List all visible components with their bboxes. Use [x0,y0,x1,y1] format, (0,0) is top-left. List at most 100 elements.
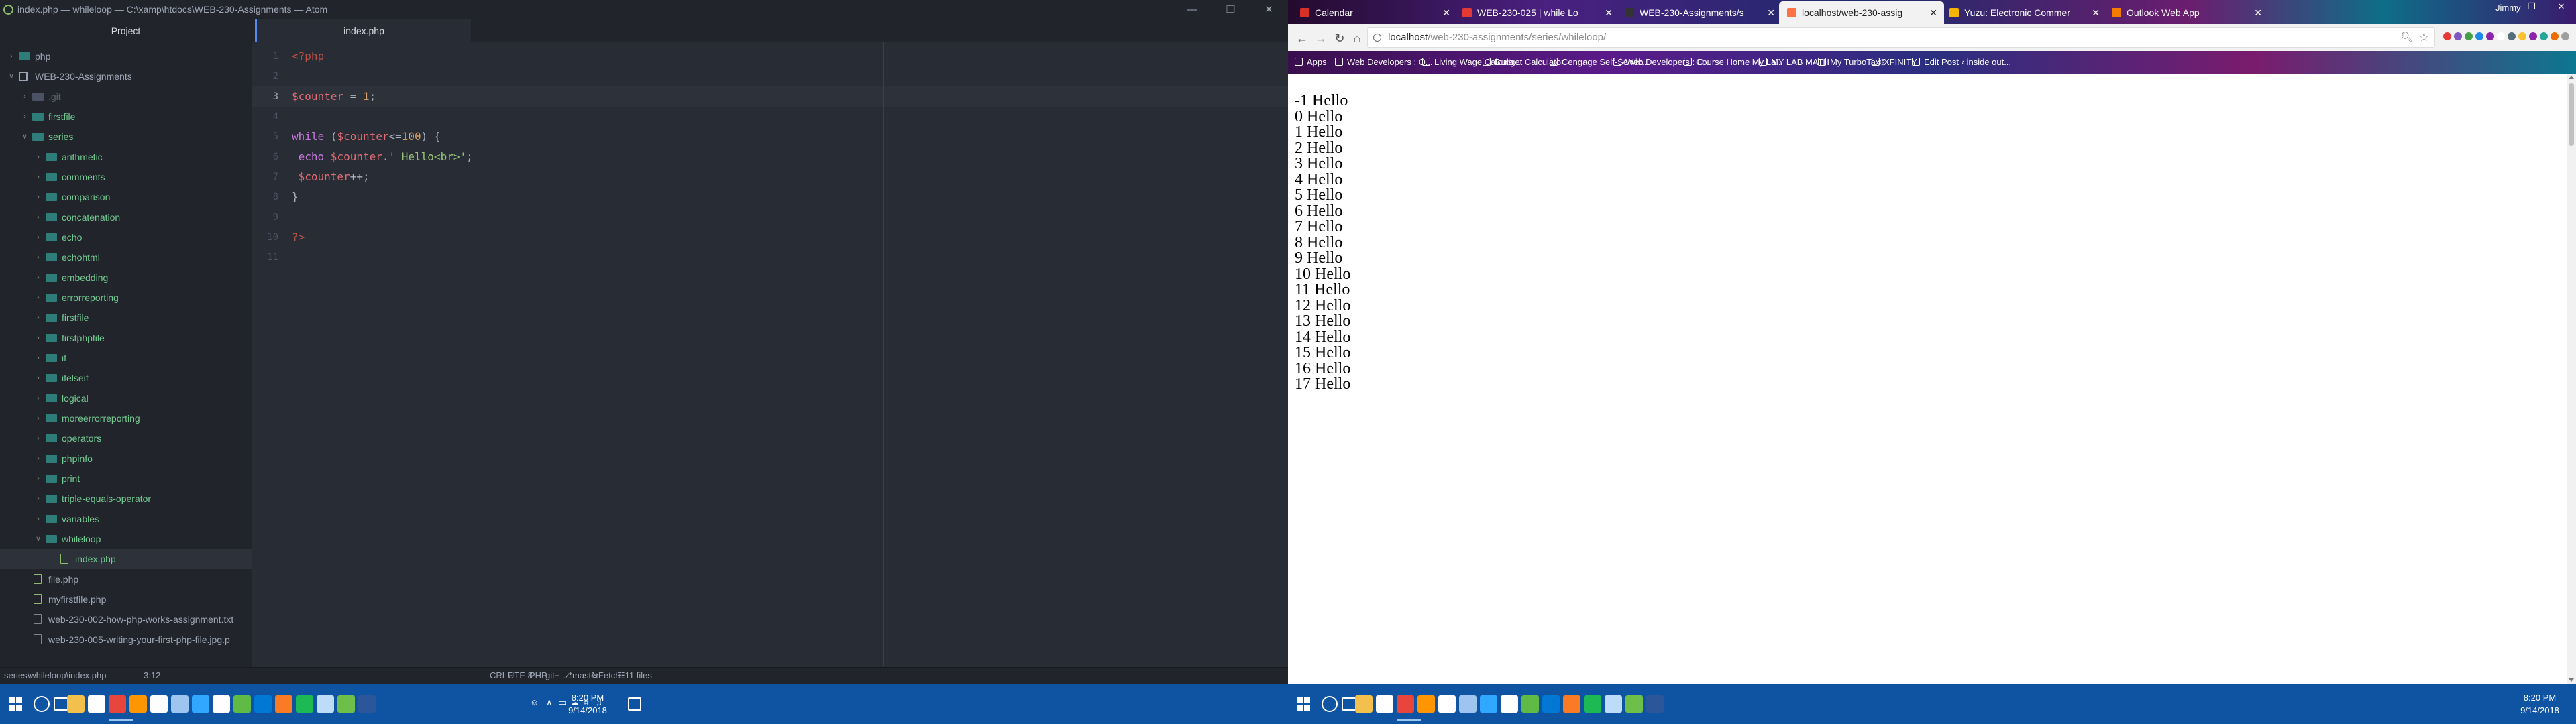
chrome-tab[interactable]: WEB-230-Assignments/s ✕ [1617,1,1782,24]
reload-icon[interactable]: ↻ [1331,29,1348,47]
store-icon[interactable] [1376,695,1393,713]
chrome-tab[interactable]: Outlook Web App ✕ [2104,1,2269,24]
spotify-icon[interactable] [296,695,313,713]
chevron-right-icon[interactable]: › [34,328,43,348]
tree-item[interactable]: › echohtml [0,247,252,267]
extension-icon[interactable] [2508,32,2516,40]
chevron-right-icon[interactable]: › [34,388,43,408]
chrome-tab[interactable]: Yuzu: Electronic Commer ✕ [1941,1,2106,24]
home-icon[interactable]: ⌂ [1348,29,1366,47]
scroll-up-icon[interactable] [2569,76,2574,79]
chevron-right-icon[interactable]: › [34,348,43,368]
store-icon[interactable] [88,695,105,713]
status-grammar[interactable]: PHP [529,668,547,684]
status-file-path[interactable]: series\whileloop\index.php [4,668,106,684]
tab-close-icon[interactable]: ✕ [2092,1,2100,24]
tree-item[interactable]: web-230-005-writing-your-first-php-file.… [0,629,252,650]
code-line[interactable]: $counter++; [292,167,370,187]
keepass-icon[interactable] [1625,695,1643,713]
bookmark-item[interactable]: Web Developers : O... [1335,51,1433,74]
media-icon[interactable] [213,695,230,713]
spotify-icon[interactable] [1584,695,1601,713]
mail-icon[interactable] [1438,695,1456,713]
tab-index-php[interactable]: index.php [255,19,471,42]
tree-item[interactable]: › triple-equals-operator [0,489,252,509]
extension-icon[interactable] [2529,32,2537,40]
taskbar-clock[interactable]: 8:20 PM 9/14/2018 [2513,691,2567,717]
status-branch[interactable]: ⎇ master [562,668,599,684]
photoshop-icon[interactable] [1480,695,1497,713]
task-view-icon[interactable] [54,697,68,711]
status-cursor-position[interactable]: 3:12 [144,668,160,684]
minimize-icon[interactable]: — [1173,0,1212,19]
chevron-right-icon[interactable]: › [34,308,43,328]
dreamweaver-icon[interactable] [1521,695,1539,713]
tree-item[interactable]: ∨ WEB-230-Assignments [0,66,252,86]
chevron-right-icon[interactable]: › [34,227,43,247]
xampp-icon[interactable] [1563,695,1580,713]
extension-icon[interactable] [2551,32,2559,40]
tree-item[interactable]: › comments [0,167,252,187]
tree-item[interactable]: › embedding [0,267,252,288]
extension-icon[interactable] [2540,32,2548,40]
page-scrollbar[interactable] [2567,74,2576,684]
tree-item[interactable]: › echo [0,227,252,247]
tree-item[interactable]: › print [0,469,252,489]
chevron-down-icon[interactable]: ∨ [7,66,16,86]
extension-icon[interactable] [2454,32,2462,40]
chevron-right-icon[interactable]: › [34,489,43,509]
start-button[interactable] [0,684,34,724]
tab-close-icon[interactable]: ✕ [1767,1,1775,24]
chevron-right-icon[interactable]: › [34,509,43,529]
firefox-icon[interactable] [1417,695,1435,713]
chevron-down-icon[interactable]: ∨ [20,127,30,147]
zoom-icon[interactable]: 🔍︎ [2400,28,2413,47]
paint-icon[interactable] [1605,695,1622,713]
code-line[interactable]: } [292,187,299,207]
status-git[interactable]: git+ [545,668,559,684]
outlook-icon[interactable] [254,695,272,713]
outlook-icon[interactable] [1542,695,1560,713]
status-files[interactable]: ☷ 11 files [617,668,652,684]
bookmark-item[interactable]: Apps [1295,51,1327,74]
tree-item[interactable]: › ifelseif [0,368,252,388]
notepad-icon[interactable] [1459,695,1477,713]
tree-item[interactable]: › errorreporting [0,288,252,308]
maximize-icon[interactable]: ❐ [1212,0,1250,19]
tree-item[interactable]: ∨ whileloop [0,529,252,549]
chevron-right-icon[interactable]: › [7,46,16,66]
tree-item[interactable]: › if [0,348,252,368]
tab-close-icon[interactable]: ✕ [1929,1,1937,24]
code-line[interactable]: while ($counter<=100) { [292,127,441,147]
people-icon[interactable]: ☺ [530,697,539,707]
tree-item[interactable]: › arithmetic [0,147,252,167]
tree-item[interactable]: index.php [0,549,252,569]
site-info-icon[interactable] [1373,34,1381,42]
tree-item[interactable]: myfirstfile.php [0,589,252,609]
chrome-icon[interactable] [109,695,133,721]
tree-item[interactable]: web-230-002-how-php-works-assignment.txt [0,609,252,629]
tree-item[interactable]: › phpinfo [0,448,252,469]
chevron-right-icon[interactable]: › [34,469,43,489]
taskbar-clock[interactable]: 8:20 PM 9/14/2018 [561,691,614,717]
paint-icon[interactable] [317,695,334,713]
chrome-tab[interactable]: Calendar ✕ [1292,1,1457,24]
chevron-right-icon[interactable]: › [20,107,30,127]
extension-icon[interactable] [2497,32,2505,40]
bookmark-item[interactable]: Edit Post ‹ inside out... [1912,51,2011,74]
extension-icon[interactable] [2561,32,2569,40]
media-icon[interactable] [1501,695,1518,713]
notification-icon[interactable] [628,697,641,711]
tree-item[interactable]: file.php [0,569,252,589]
chevron-right-icon[interactable]: › [34,147,43,167]
chevron-right-icon[interactable]: › [34,247,43,267]
project-tree-header[interactable]: Project [0,19,252,42]
tray-chevron-icon[interactable]: ∧ [546,697,553,708]
tree-item[interactable]: › comparison [0,187,252,207]
tree-item[interactable]: ∨ series [0,127,252,147]
chevron-right-icon[interactable]: › [34,428,43,448]
tree-item[interactable]: › concatenation [0,207,252,227]
back-icon[interactable]: ← [1293,29,1311,47]
start-button[interactable] [1288,684,1322,724]
tree-item[interactable]: › operators [0,428,252,448]
